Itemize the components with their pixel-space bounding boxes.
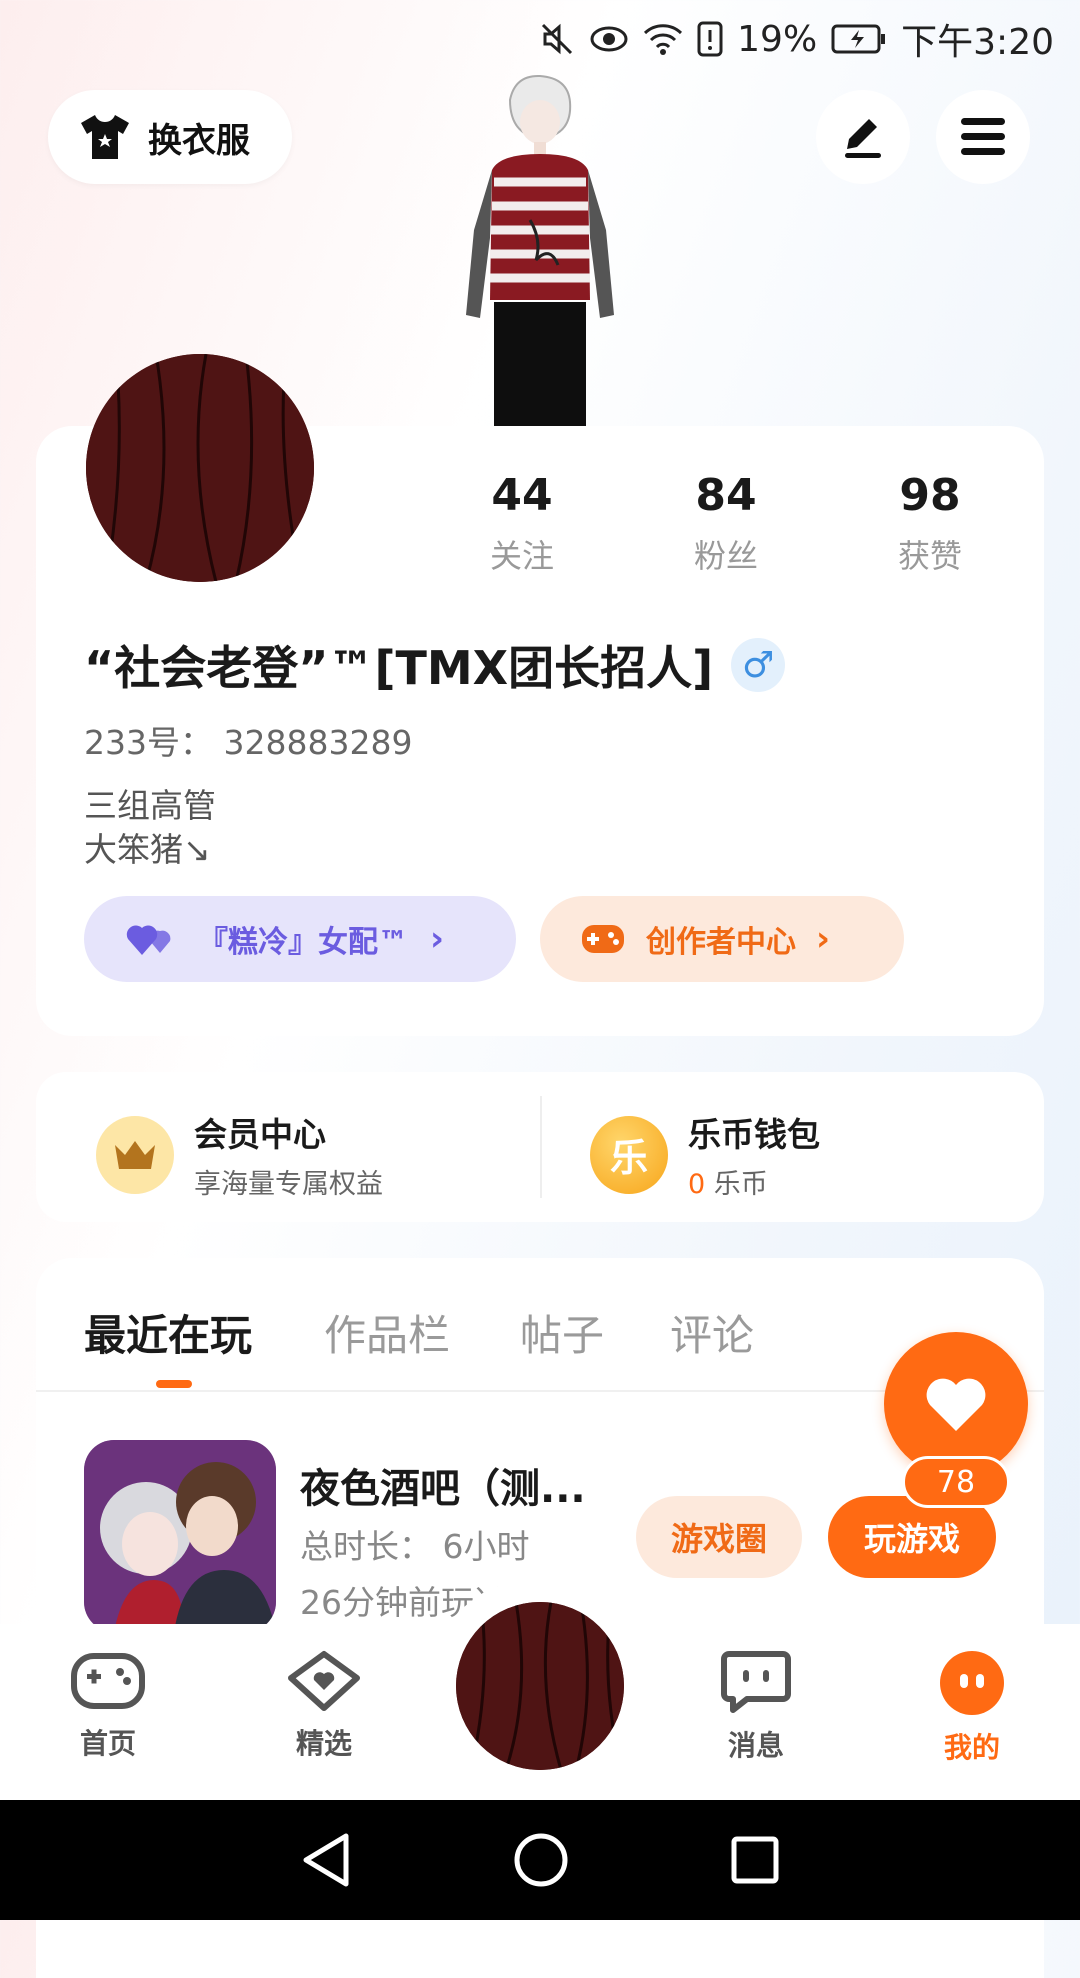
nav-home[interactable]: 首页 xyxy=(38,1650,178,1762)
wallet-entry[interactable]: 乐 乐币钱包 0 乐币 xyxy=(590,1108,820,1201)
tab-recently-played[interactable]: 最近在玩 xyxy=(84,1302,252,1363)
following-label: 关注 xyxy=(489,537,554,575)
game-circle-button[interactable]: 游戏圈 xyxy=(636,1496,802,1578)
smile-icon xyxy=(940,1651,1004,1715)
nav-featured-label: 精选 xyxy=(295,1727,352,1760)
heart-icon xyxy=(926,1378,986,1431)
nickname-row: “社会老登”™[TMX团长招人] ♂ xyxy=(84,632,786,698)
change-outfit-label: 换衣服 xyxy=(148,120,250,161)
member-center-title: 会员中心 xyxy=(194,1115,326,1154)
battery-percent: 19% xyxy=(737,18,818,60)
gamepad-icon xyxy=(582,925,624,953)
tab-comments[interactable]: 评论 xyxy=(670,1302,754,1363)
wifi-icon xyxy=(644,24,683,55)
heart-chat-icon xyxy=(288,1651,360,1711)
coin-icon: 乐 xyxy=(590,1115,668,1194)
nav-messages-label: 消息 xyxy=(727,1729,784,1762)
edit-button[interactable] xyxy=(816,90,910,184)
bio: 三组高管 大笨猪↘ xyxy=(84,784,216,872)
edit-icon xyxy=(845,119,881,158)
gamepad-icon xyxy=(71,1653,145,1709)
home-circle-icon[interactable] xyxy=(513,1832,569,1888)
like-fab-button[interactable] xyxy=(884,1332,1028,1476)
avatar-image xyxy=(456,1602,624,1770)
member-center-subtitle: 享海量专属权益 xyxy=(194,1169,383,1200)
recents-icon[interactable] xyxy=(730,1835,780,1885)
tab-works[interactable]: 作品栏 xyxy=(324,1302,450,1363)
bio-line-2: 大笨猪↘ xyxy=(84,830,211,869)
game-title[interactable]: 夜色酒吧（测... xyxy=(300,1456,586,1514)
wallet-unit: 乐币 xyxy=(713,1169,768,1200)
stat-fans[interactable]: 84 粉丝 xyxy=(624,470,828,577)
wallet-balance: 0 乐币 xyxy=(688,1162,820,1201)
avatar-character[interactable] xyxy=(440,70,640,430)
likes-count: 98 xyxy=(899,470,961,521)
crown-icon xyxy=(96,1115,174,1194)
profile-avatar[interactable] xyxy=(86,354,314,582)
nav-center-avatar-button[interactable] xyxy=(456,1602,624,1770)
eye-icon xyxy=(590,26,628,52)
fans-count: 84 xyxy=(695,470,757,521)
wallet-amount: 0 xyxy=(688,1169,706,1200)
bio-line-1: 三组高管 xyxy=(84,786,216,825)
game-cover-image xyxy=(84,1440,276,1632)
nav-home-label: 首页 xyxy=(79,1727,136,1760)
shirt-icon xyxy=(81,115,129,159)
couple-label: 『糕冷』女配™ xyxy=(198,925,408,960)
message-icon xyxy=(721,1651,791,1713)
status-bar: 19% 下午3:20 xyxy=(539,14,1054,64)
clock: 下午3:20 xyxy=(901,22,1054,63)
couple-button[interactable]: 『糕冷』女配™ › xyxy=(84,896,516,982)
fans-label: 粉丝 xyxy=(693,537,758,575)
sim-alert-icon xyxy=(697,21,723,57)
creator-center-label: 创作者中心 xyxy=(646,925,796,960)
menu-button[interactable] xyxy=(936,90,1030,184)
double-heart-icon xyxy=(126,925,171,955)
creator-center-button[interactable]: 创作者中心 › xyxy=(540,896,904,982)
nav-mine[interactable]: 我的 xyxy=(902,1650,1042,1766)
nickname: “社会老登”™[TMX团长招人] xyxy=(84,641,714,695)
like-count-badge: 78 xyxy=(902,1456,1010,1508)
stat-following[interactable]: 44 关注 xyxy=(420,470,624,577)
change-outfit-button[interactable]: 换衣服 xyxy=(48,90,292,184)
menu-icon xyxy=(961,118,1005,155)
back-icon[interactable] xyxy=(300,1832,352,1888)
chevron-right-icon: › xyxy=(430,919,445,959)
chevron-right-icon: › xyxy=(816,919,831,959)
nav-featured[interactable]: 精选 xyxy=(254,1650,394,1762)
system-navigation-bar xyxy=(0,1800,1080,1920)
member-center-entry[interactable]: 会员中心 享海量专属权益 xyxy=(96,1108,383,1201)
battery-icon xyxy=(831,24,886,54)
stat-likes[interactable]: 98 获赞 xyxy=(828,470,1032,577)
game-thumbnail[interactable] xyxy=(84,1440,276,1632)
nav-messages[interactable]: 消息 xyxy=(686,1650,826,1764)
user-id: 233号： 328883289 xyxy=(84,723,413,762)
wallet-title: 乐币钱包 xyxy=(688,1115,820,1154)
play-game-button[interactable]: 玩游戏 xyxy=(828,1496,996,1578)
nav-mine-label: 我的 xyxy=(943,1731,1000,1764)
divider xyxy=(540,1096,542,1198)
tab-indicator xyxy=(156,1380,192,1388)
tab-posts[interactable]: 帖子 xyxy=(520,1302,604,1363)
mute-icon xyxy=(542,23,573,55)
likes-label: 获赞 xyxy=(897,537,962,575)
male-icon: ♂ xyxy=(731,638,786,692)
game-total-duration: 总时长： 6小时 xyxy=(300,1527,530,1566)
avatar-image xyxy=(86,354,314,582)
following-count: 44 xyxy=(491,470,553,521)
